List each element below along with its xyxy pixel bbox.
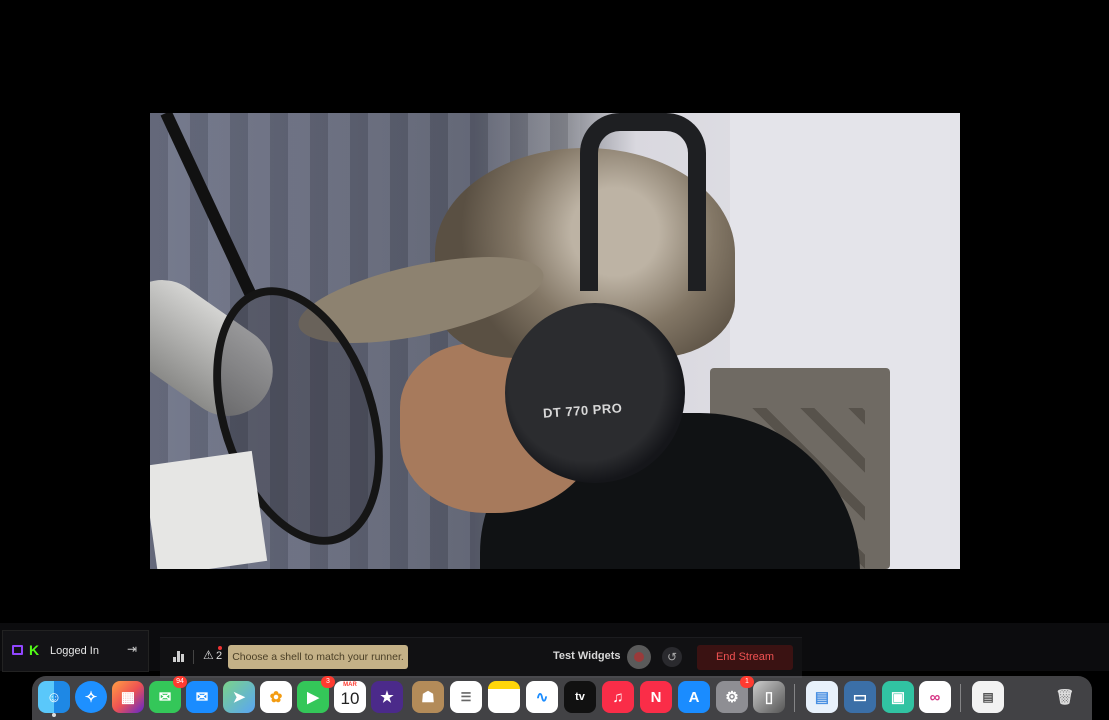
screen-sharing-icon[interactable]: ▭ — [844, 681, 876, 713]
login-panel: K Logged In ⇥ — [2, 630, 149, 672]
login-status: Logged In — [50, 645, 99, 657]
lyrics-paper — [150, 450, 268, 569]
safari-icon[interactable]: ✧ — [75, 681, 107, 713]
reset-icon[interactable]: ↺ — [662, 647, 682, 667]
twitch-icon — [12, 645, 23, 655]
reminders-icon[interactable]: ☰ — [450, 681, 482, 713]
imovie-icon[interactable]: ★ — [371, 681, 403, 713]
calendar-icon[interactable]: MAR 10 — [334, 681, 366, 713]
apple-tv-icon[interactable]: tv — [564, 681, 596, 713]
iphone-mirroring-icon[interactable]: ▯ — [753, 681, 785, 713]
divider — [193, 650, 194, 664]
link-app-icon[interactable]: ∞ — [919, 681, 951, 713]
calendar-month: MAR — [343, 682, 357, 688]
messages-badge: 94 — [173, 676, 187, 688]
macos-dock: ☺ ✧ ▦ ✉ 94 ✉ ➤ ✿ ▶ 3 MAR 10 ★ ☗ ☰ ∿ tv ♫ N… — [32, 676, 1092, 720]
maps-icon[interactable]: ➤ — [223, 681, 255, 713]
music-icon[interactable]: ♫ — [602, 681, 634, 713]
record-button[interactable] — [627, 645, 651, 669]
launchpad-icon[interactable]: ▦ — [112, 681, 144, 713]
warning-count: 2 — [216, 650, 223, 662]
stream-controls: ⚠ 2 Choose a shell to match your runner.… — [160, 637, 802, 678]
headphone-earcup: DT 770 PRO — [505, 303, 685, 483]
preview-icon[interactable]: ▤ — [806, 681, 838, 713]
app-store-icon[interactable]: A — [678, 681, 710, 713]
settings-badge: 1 — [740, 676, 754, 688]
dock-divider — [794, 684, 795, 712]
test-widgets-button[interactable]: Test Widgets — [553, 650, 621, 662]
shell-hint-banner[interactable]: Choose a shell to match your runner. — [228, 645, 408, 669]
trash-icon[interactable]: 🗑 — [1049, 681, 1081, 713]
kick-icon: K — [29, 642, 40, 658]
photos-icon[interactable]: ✿ — [260, 681, 292, 713]
news-icon[interactable]: N — [640, 681, 672, 713]
warning-icon[interactable]: ⚠ — [203, 648, 214, 662]
calendar-day: 10 — [340, 689, 360, 708]
headphone-brand-text: DT 770 PRO — [542, 400, 623, 421]
video-preview: DT 770 PRO — [150, 113, 960, 569]
contacts-icon[interactable]: ☗ — [412, 681, 444, 713]
streamlabs-icon[interactable]: ▣ — [882, 681, 914, 713]
logout-icon[interactable]: ⇥ — [127, 642, 137, 656]
system-settings-icon[interactable]: ⚙ 1 — [716, 676, 754, 713]
end-stream-button[interactable]: End Stream — [697, 645, 793, 670]
notes-icon[interactable] — [488, 681, 520, 713]
finder-icon[interactable]: ☺ — [38, 681, 70, 717]
facetime-badge: 3 — [321, 676, 335, 688]
document-icon[interactable]: ▤ — [972, 681, 1004, 713]
freeform-icon[interactable]: ∿ — [526, 681, 558, 713]
stats-icon[interactable] — [173, 651, 184, 662]
dock-divider — [960, 684, 961, 712]
messages-icon[interactable]: ✉ 94 — [149, 676, 187, 713]
facetime-icon[interactable]: ▶ 3 — [297, 676, 335, 713]
headphone-band — [580, 113, 706, 291]
mail-icon[interactable]: ✉ — [186, 681, 218, 713]
